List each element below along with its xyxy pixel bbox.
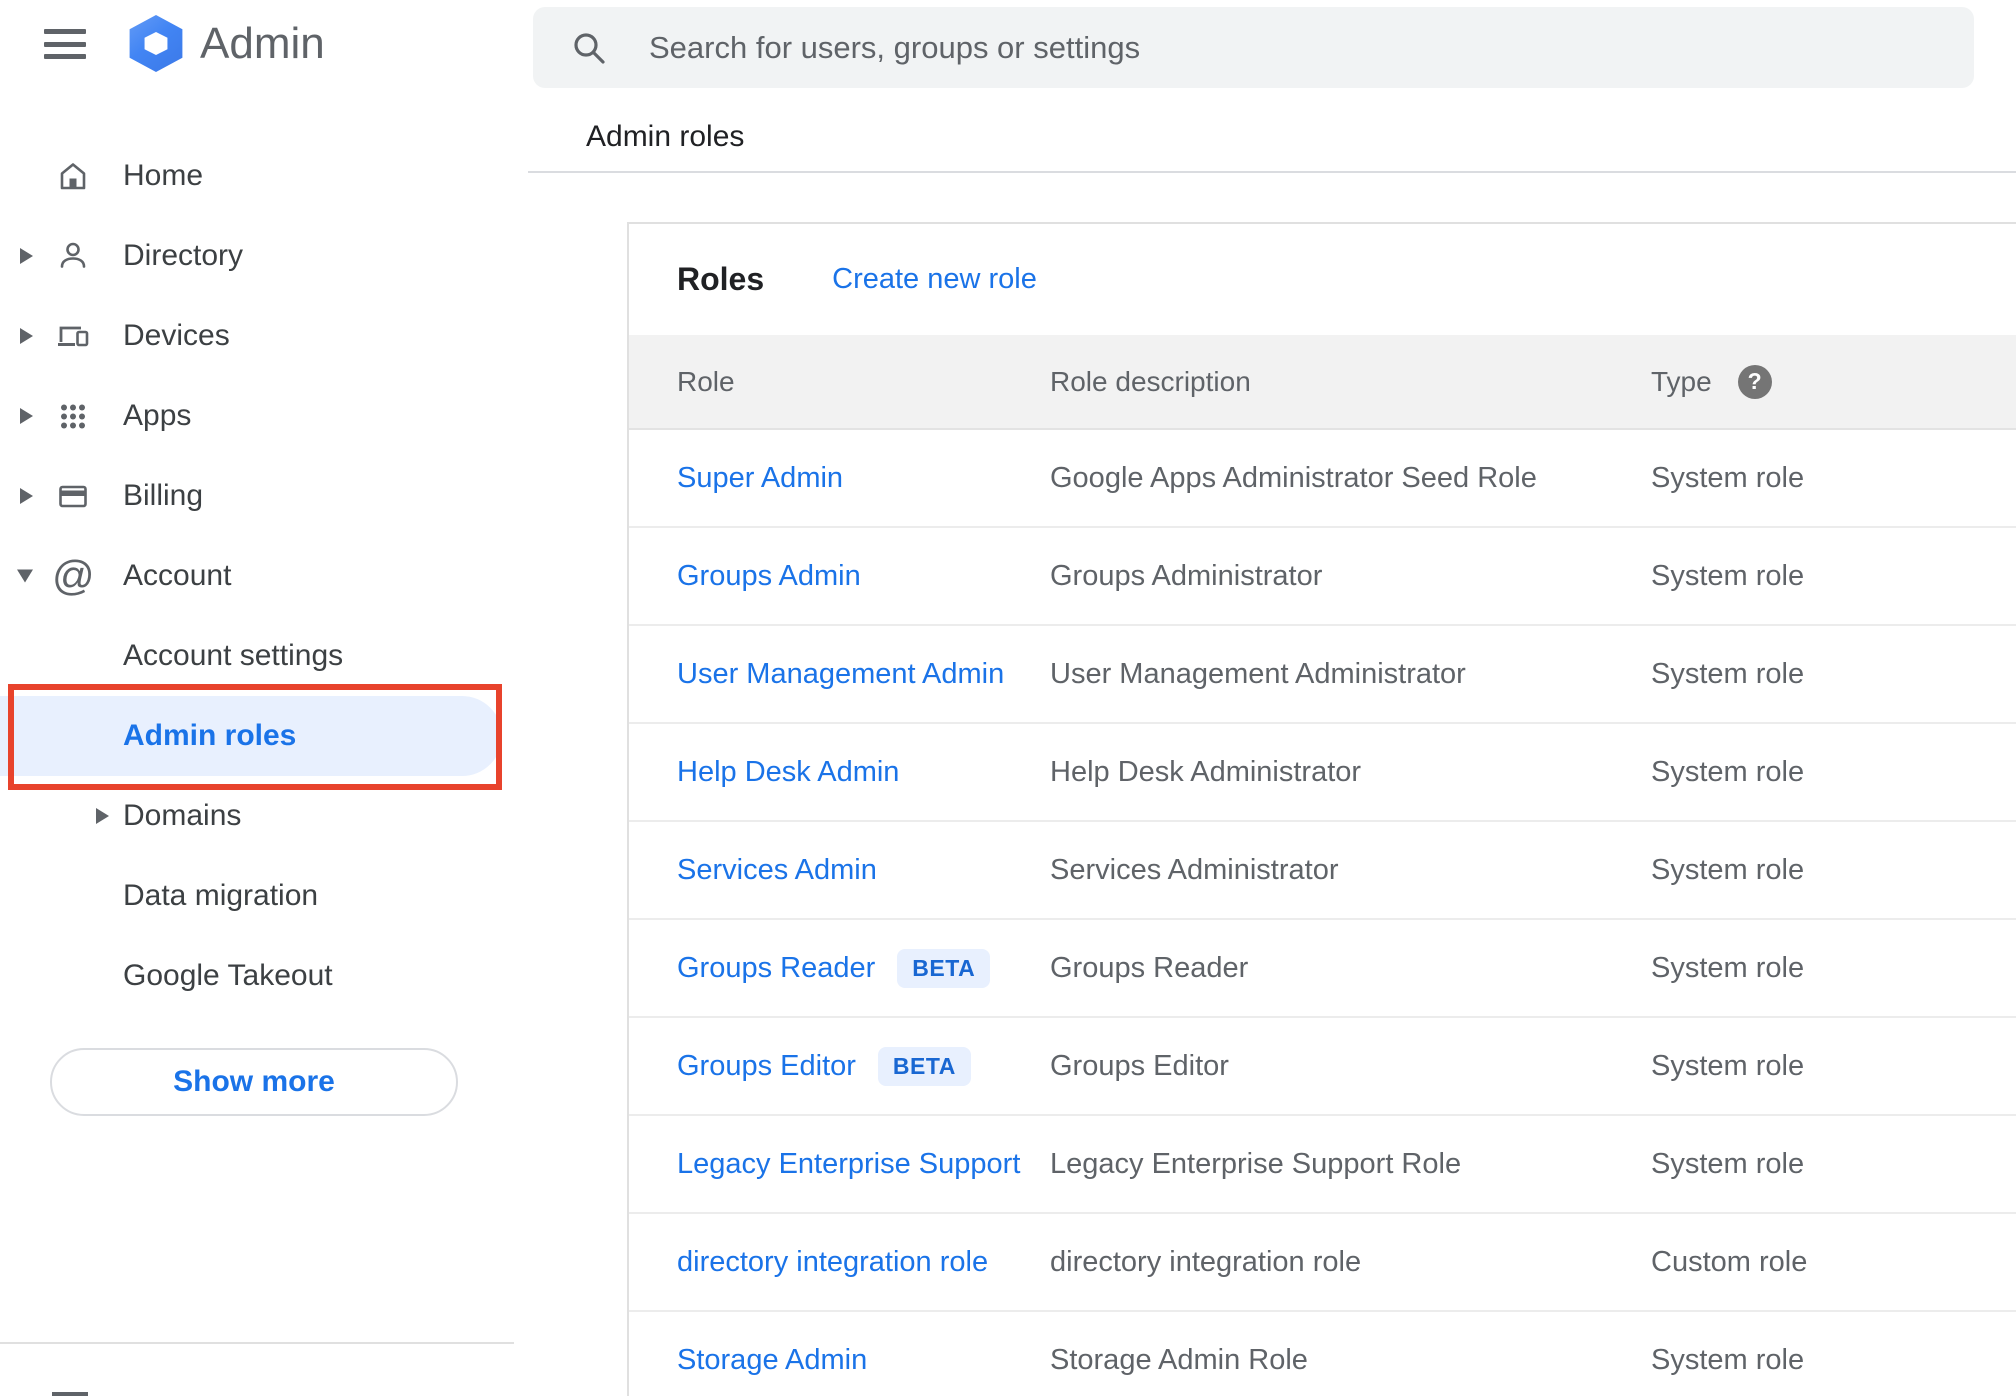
role-link[interactable]: Groups Admin — [677, 560, 861, 593]
sidebar-item-google-takeout[interactable]: Google Takeout — [0, 936, 502, 1016]
menu-icon[interactable] — [44, 29, 86, 59]
expand-down-icon[interactable] — [17, 569, 33, 583]
expand-right-icon[interactable] — [20, 408, 33, 424]
sidebar-item-account-settings[interactable]: Account settings — [0, 616, 502, 696]
table-row: Groups Editor BETA Groups Editor System r… — [629, 1018, 2016, 1116]
table-row: directory integration role directory int… — [629, 1214, 2016, 1312]
beta-badge: BETA — [897, 948, 991, 988]
admin-logo-icon — [129, 15, 183, 72]
sidebar-item-directory[interactable]: Directory — [0, 216, 502, 296]
admin-logo-text: Admin — [200, 18, 325, 68]
devices-icon — [58, 326, 89, 347]
role-description: Groups Administrator — [1050, 559, 1323, 592]
table-row: User Management Admin User Management Ad… — [629, 626, 2016, 724]
at-icon: @ — [52, 552, 95, 599]
expand-right-icon[interactable] — [20, 328, 33, 344]
role-link[interactable]: Storage Admin — [677, 1344, 867, 1377]
sidebar: Home Directory Devices Apps Billing @ Ac… — [0, 136, 520, 1016]
table-header-row: Role Role description Type ? — [629, 335, 2016, 430]
roles-card-header: Roles Create new role — [629, 224, 2016, 335]
sidebar-item-data-migration[interactable]: Data migration — [0, 856, 502, 936]
admin-logo: Admin — [126, 15, 325, 72]
create-new-role-link[interactable]: Create new role — [832, 263, 1037, 296]
role-type: System role — [1651, 755, 1805, 788]
role-link[interactable]: directory integration role — [677, 1246, 988, 1279]
search-bar[interactable] — [533, 7, 1974, 88]
role-type: System role — [1651, 853, 1805, 886]
search-input[interactable] — [649, 29, 1849, 66]
role-link[interactable]: Groups Reader — [677, 952, 875, 985]
sidebar-item-devices[interactable]: Devices — [0, 296, 502, 376]
table-row: Groups Admin Groups Administrator System… — [629, 528, 2016, 626]
role-link[interactable]: User Management Admin — [677, 658, 1004, 691]
role-type: System role — [1651, 1343, 1805, 1376]
sidebar-item-account[interactable]: @ Account — [0, 536, 502, 616]
sidebar-item-domains[interactable]: Domains — [0, 776, 502, 856]
role-description: Legacy Enterprise Support Role — [1050, 1147, 1462, 1180]
role-type: System role — [1651, 1147, 1805, 1180]
role-description: Storage Admin Role — [1050, 1343, 1308, 1376]
help-icon[interactable]: ? — [1737, 364, 1772, 399]
table-body: Super Admin Google Apps Administrator Se… — [629, 430, 2016, 1396]
expand-right-icon[interactable] — [20, 488, 33, 504]
beta-badge: BETA — [877, 1046, 971, 1086]
role-link[interactable]: Groups Editor — [677, 1050, 856, 1083]
home-icon — [60, 163, 86, 190]
role-link[interactable]: Services Admin — [677, 854, 877, 887]
sidebar-divider — [0, 1342, 514, 1344]
credit-card-icon — [59, 485, 87, 508]
roles-card: Roles Create new role Role Role descript… — [627, 222, 2016, 1396]
role-description: directory integration role — [1050, 1245, 1362, 1278]
table-row: Super Admin Google Apps Administrator Se… — [629, 430, 2016, 528]
sidebar-item-admin-roles[interactable]: Admin roles — [0, 696, 502, 776]
expand-right-icon[interactable] — [20, 248, 33, 264]
table-row: Storage Admin Storage Admin Role System … — [629, 1312, 2016, 1396]
role-description: Google Apps Administrator Seed Role — [1050, 461, 1537, 494]
role-type: Custom role — [1651, 1245, 1808, 1278]
person-icon — [60, 242, 86, 268]
role-type: System role — [1651, 1049, 1805, 1082]
apps-grid-icon — [61, 404, 85, 429]
table-row: Groups Reader BETA Groups Reader System r… — [629, 920, 2016, 1018]
role-type: System role — [1651, 461, 1805, 494]
role-link[interactable]: Legacy Enterprise Support — [677, 1148, 1020, 1181]
breadcrumb: Admin roles — [586, 120, 745, 153]
column-header-description: Role description — [1050, 365, 1251, 397]
role-description: Groups Reader — [1050, 951, 1249, 984]
column-header-type: Type ? — [1651, 364, 2016, 399]
sidebar-item-home[interactable]: Home — [0, 136, 502, 216]
sidebar-item-billing[interactable]: Billing — [0, 456, 502, 536]
role-description: Services Administrator — [1050, 853, 1339, 886]
admin-console: Admin Admin roles Home Directory — [0, 0, 2016, 1396]
partial-bottom-icon — [52, 1392, 88, 1396]
role-type: System role — [1651, 559, 1805, 592]
role-description: User Management Administrator — [1050, 657, 1466, 690]
role-type: System role — [1651, 657, 1805, 690]
expand-right-icon[interactable] — [96, 808, 109, 824]
role-description: Help Desk Administrator — [1050, 755, 1362, 788]
breadcrumb-divider — [528, 171, 2016, 173]
role-type: System role — [1651, 951, 1805, 984]
search-icon — [574, 32, 605, 64]
column-header-role: Role — [677, 365, 735, 397]
role-link[interactable]: Super Admin — [677, 462, 843, 495]
role-description: Groups Editor — [1050, 1049, 1229, 1082]
show-more-button[interactable]: Show more — [50, 1048, 458, 1116]
table-row: Legacy Enterprise Support Legacy Enterpr… — [629, 1116, 2016, 1214]
table-row: Services Admin Services Administrator Sy… — [629, 822, 2016, 920]
roles-title: Roles — [677, 261, 765, 297]
table-row: Help Desk Admin Help Desk Administrator … — [629, 724, 2016, 822]
role-link[interactable]: Help Desk Admin — [677, 756, 899, 789]
sidebar-item-apps[interactable]: Apps — [0, 376, 502, 456]
